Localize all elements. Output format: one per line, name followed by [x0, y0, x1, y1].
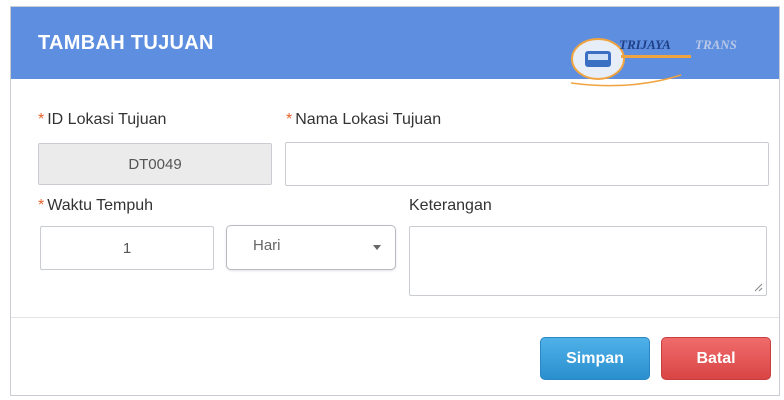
chevron-down-icon — [373, 245, 381, 250]
id-location-label: * ID Lokasi Tujuan — [38, 111, 167, 128]
company-logo: TRIJAYA TRANS — [571, 37, 737, 87]
logo-brand-b: TRANS — [695, 37, 737, 52]
notes-label: Keterangan — [409, 197, 492, 214]
required-marker: * — [38, 111, 45, 128]
time-unit-select[interactable]: Hari — [226, 225, 396, 270]
required-marker: * — [38, 197, 45, 214]
location-name-label: * Nama Lokasi Tujuan — [286, 111, 442, 128]
resize-handle-icon[interactable] — [753, 282, 763, 292]
dialog-header: TAMBAH TUJUAN TRIJAYA TRANS — [11, 7, 779, 87]
dialog-title: TAMBAH TUJUAN — [38, 32, 214, 54]
footer-divider — [11, 317, 779, 318]
logo-tagline-bar — [621, 55, 691, 58]
cancel-button[interactable]: Batal — [661, 337, 771, 380]
travel-time-input[interactable]: 1 — [40, 226, 214, 270]
notes-textarea[interactable] — [409, 226, 767, 296]
id-location-field: DT0049 — [38, 143, 272, 185]
time-unit-value: Hari — [253, 237, 281, 254]
add-destination-dialog: TAMBAH TUJUAN TRIJAYA TRANS * ID Lokasi T… — [10, 6, 780, 396]
travel-time-label: * Waktu Tempuh — [38, 197, 154, 214]
required-marker: * — [286, 111, 293, 128]
save-button[interactable]: Simpan — [540, 337, 650, 380]
location-name-input[interactable] — [285, 142, 769, 186]
logo-brand-a: TRIJAYA — [619, 37, 671, 52]
